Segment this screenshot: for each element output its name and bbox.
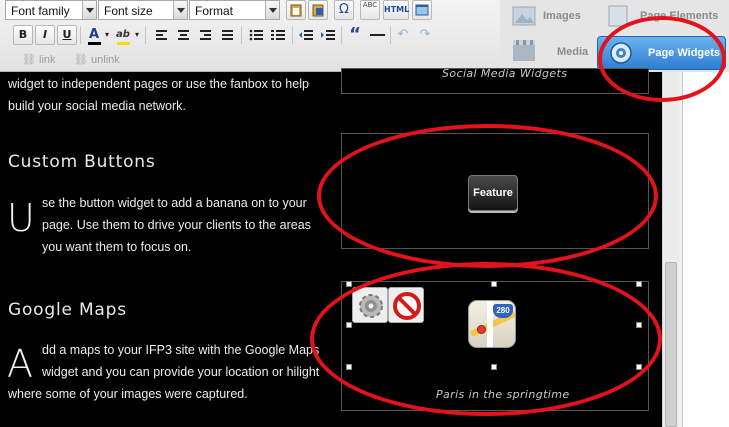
underline-icon: U [62,28,72,41]
panel-canvas [682,72,729,427]
chevron-down-icon: ▾ [134,30,139,39]
align-center-button[interactable] [173,25,193,45]
google-maps-heading: Google Maps [8,300,127,320]
underline-button[interactable]: U [57,25,77,45]
text-color-dropdown[interactable]: ▾ [103,25,111,45]
html-source-button[interactable]: HTML [383,0,409,20]
window-icon [415,4,429,16]
text-color-icon: A [88,27,100,42]
outdent-button[interactable] [296,25,316,45]
numbered-list-icon [271,30,285,40]
google-maps-text: where some of your images were captured. [8,387,248,401]
text-color-button[interactable]: A [84,25,104,45]
undo-icon: ↶ [397,27,409,42]
separator [390,26,391,44]
vertical-scrollbar[interactable] [662,72,679,427]
google-maps-text: widget and you can provide your location… [42,365,320,379]
align-right-button[interactable] [195,25,215,45]
paste-text-button[interactable] [286,0,306,20]
html-icon: HTML [384,5,410,14]
outdent-icon [299,30,313,40]
align-justify-button[interactable] [217,25,237,45]
font-family-value: Font family [11,4,70,18]
dropcap-letter: U [7,196,35,240]
quote-icon: “ [349,24,361,45]
unlink-label: unlink [91,54,120,66]
link-label: link [39,54,56,66]
separator [341,26,342,44]
font-size-select[interactable]: Font size [98,0,188,20]
italic-button[interactable]: I [35,25,55,45]
chevron-down-icon: ▾ [104,30,109,39]
intro-line: build your social media network. [8,99,186,113]
special-char-button[interactable]: Ω [334,0,354,20]
annotation-circle [598,16,726,102]
separator [80,26,81,44]
annotation-circle [310,262,662,416]
indent-button[interactable] [318,25,338,45]
bullet-list-icon [249,29,263,41]
annotation-circle [317,124,658,268]
editor-toolbar: Font family Font size Format Ω ABC HTML [0,0,500,72]
social-media-caption: Social Media Widgets [442,67,568,80]
tab-media-label: Media [557,46,589,58]
resize-handle[interactable] [636,281,642,287]
spellcheck-icon: ABC [362,1,378,9]
google-maps-text: dd a maps to your IFP3 site with the Goo… [42,343,320,357]
editor-window: Font family Font size Format Ω ABC HTML [0,0,729,427]
unlink-icon: ⛓ [74,54,88,66]
bold-button[interactable]: B [13,25,33,45]
dropcap-letter: A [7,342,33,386]
indent-icon [321,30,335,40]
align-left-button[interactable] [151,25,171,45]
blockquote-button[interactable]: “ [345,25,365,45]
bold-icon: B [18,28,28,41]
italic-icon: I [42,28,48,41]
tab-images-label: Images [543,10,581,22]
highlight-dropdown[interactable]: ▾ [133,25,141,45]
images-icon [512,6,536,26]
fullscreen-button[interactable] [412,0,432,20]
redo-button[interactable]: ↷ [415,25,435,45]
font-size-value: Font size [104,4,153,18]
scrollbar-thumb[interactable] [665,262,677,427]
font-family-select[interactable]: Font family [5,0,97,20]
chevron-down-icon [265,1,279,19]
horizontal-rule-button[interactable] [367,25,387,45]
spellcheck-button[interactable]: ABC [360,0,380,20]
separator [241,26,242,44]
numbered-list-button[interactable] [268,25,288,45]
chevron-down-icon [82,1,96,19]
separator [292,26,293,44]
link-button[interactable]: ⛓ link [22,53,56,66]
highlight-icon: ab [116,29,130,40]
clipboard-icon [290,4,302,17]
custom-buttons-text: you want them to focus on. [42,240,192,254]
undo-button[interactable]: ↶ [393,25,413,45]
film-icon [513,40,535,61]
separator [145,26,146,44]
format-value: Format [195,4,234,18]
paste-word-button[interactable] [308,0,328,20]
custom-buttons-text: se the button widget to add a banana on … [42,196,307,210]
format-select[interactable]: Format [189,0,280,20]
link-icon: ⛓ [22,54,36,66]
unlink-button[interactable]: ⛓ unlink [74,53,120,66]
omega-icon: Ω [339,2,349,17]
resize-handle[interactable] [346,281,352,287]
tab-images[interactable]: Images [508,0,593,34]
custom-buttons-text: page. Use them to drive your clients to … [42,218,311,232]
intro-line: widget to independent pages or use the f… [8,77,309,91]
chevron-down-icon [173,1,187,19]
paste-word-icon [312,4,324,17]
bullet-list-button[interactable] [246,25,266,45]
custom-buttons-heading: Custom Buttons [8,152,156,172]
highlight-button[interactable]: ab [113,25,133,45]
tab-media[interactable]: Media [508,36,593,70]
redo-icon: ↷ [419,27,431,42]
